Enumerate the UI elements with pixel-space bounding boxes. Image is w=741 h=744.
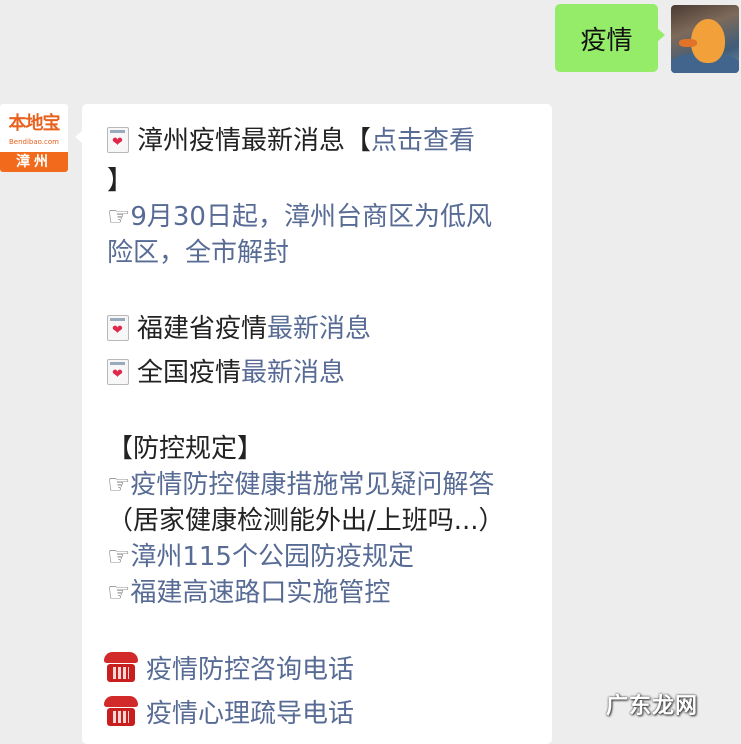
national-news-line: ❤ 全国疫情最新消息 <box>107 356 345 390</box>
parks-rules-link[interactable]: ☞漳州115个公园防疫规定 <box>107 540 414 574</box>
latest-news-prefix: 漳州疫情最新消息【 <box>137 126 372 156</box>
telephone-icon <box>104 696 138 726</box>
fujian-news-line: ❤ 福建省疫情最新消息 <box>107 312 371 346</box>
user-avatar[interactable] <box>671 5 739 73</box>
national-news-link[interactable]: 最新消息 <box>241 358 345 388</box>
parks-rules-text: 漳州115个公园防疫规定 <box>130 542 414 572</box>
avatar-duck-beak <box>679 39 697 47</box>
fujian-news-prefix: 福建省疫情 <box>137 314 268 344</box>
watermark: 广东龙网 <box>606 694 699 719</box>
notice-link[interactable]: ☞9月30日起，漳州台商区为低风 <box>107 200 492 234</box>
rules-header: 【防控规定】 <box>107 434 264 464</box>
national-news-prefix: 全国疫情 <box>137 358 242 388</box>
view-latest-news-link[interactable]: 点击查看 <box>371 126 475 156</box>
pointing-hand-icon: ☞ <box>107 470 131 500</box>
notice-line1: 9月30日起，漳州台商区为低风 <box>130 202 492 232</box>
logo-domain: Bendibao.com <box>8 138 59 146</box>
memo-heart-icon: ❤ <box>107 359 129 385</box>
faq-link[interactable]: ☞疫情防控健康措施常见疑问解答 <box>107 468 494 502</box>
memo-heart-icon: ❤ <box>107 315 129 341</box>
highway-control-link[interactable]: ☞福建高速路口实施管控 <box>107 576 390 610</box>
pointing-hand-icon: ☞ <box>107 542 131 572</box>
fujian-news-link[interactable]: 最新消息 <box>267 314 371 344</box>
psych-hotline-line: 疫情心理疏导电话 <box>104 696 354 731</box>
logo-brand: 本地宝 <box>8 113 61 134</box>
consult-hotline-link[interactable]: 疫情防控咨询电话 <box>146 655 354 685</box>
pointing-hand-icon: ☞ <box>107 202 131 232</box>
account-avatar[interactable]: 本地宝 Bendibao.com 漳州 <box>0 104 68 172</box>
psych-hotline-link[interactable]: 疫情心理疏导电话 <box>146 699 354 729</box>
latest-news-suffix: 】 <box>107 166 134 196</box>
notice-line2: 险区，全市解封 <box>107 238 290 268</box>
telephone-icon <box>104 652 138 682</box>
notice-link-cont[interactable]: 险区，全市解封 <box>107 236 289 270</box>
sent-message-bubble[interactable]: 疫情 <box>555 4 665 72</box>
consult-hotline-line: 疫情防控咨询电话 <box>104 652 354 687</box>
logo-city: 漳州 <box>0 152 68 172</box>
pointing-hand-icon: ☞ <box>107 578 131 608</box>
latest-news-line: ❤ 漳州疫情最新消息【点击查看 <box>107 124 475 158</box>
received-message-bubble: ❤ 漳州疫情最新消息【点击查看 】 ☞9月30日起，漳州台商区为低风 险区，全市解… <box>75 104 552 744</box>
faq-line1: 疫情防控健康措施常见疑问解答 <box>130 470 495 500</box>
faq-subtitle: （居家健康检测能外出/上班吗...） <box>107 506 505 536</box>
latest-news-suffix-line: 】 <box>107 164 133 198</box>
memo-heart-icon: ❤ <box>107 127 129 153</box>
sent-message-text: 疫情 <box>580 25 633 56</box>
highway-control-text: 福建高速路口实施管控 <box>130 578 391 608</box>
